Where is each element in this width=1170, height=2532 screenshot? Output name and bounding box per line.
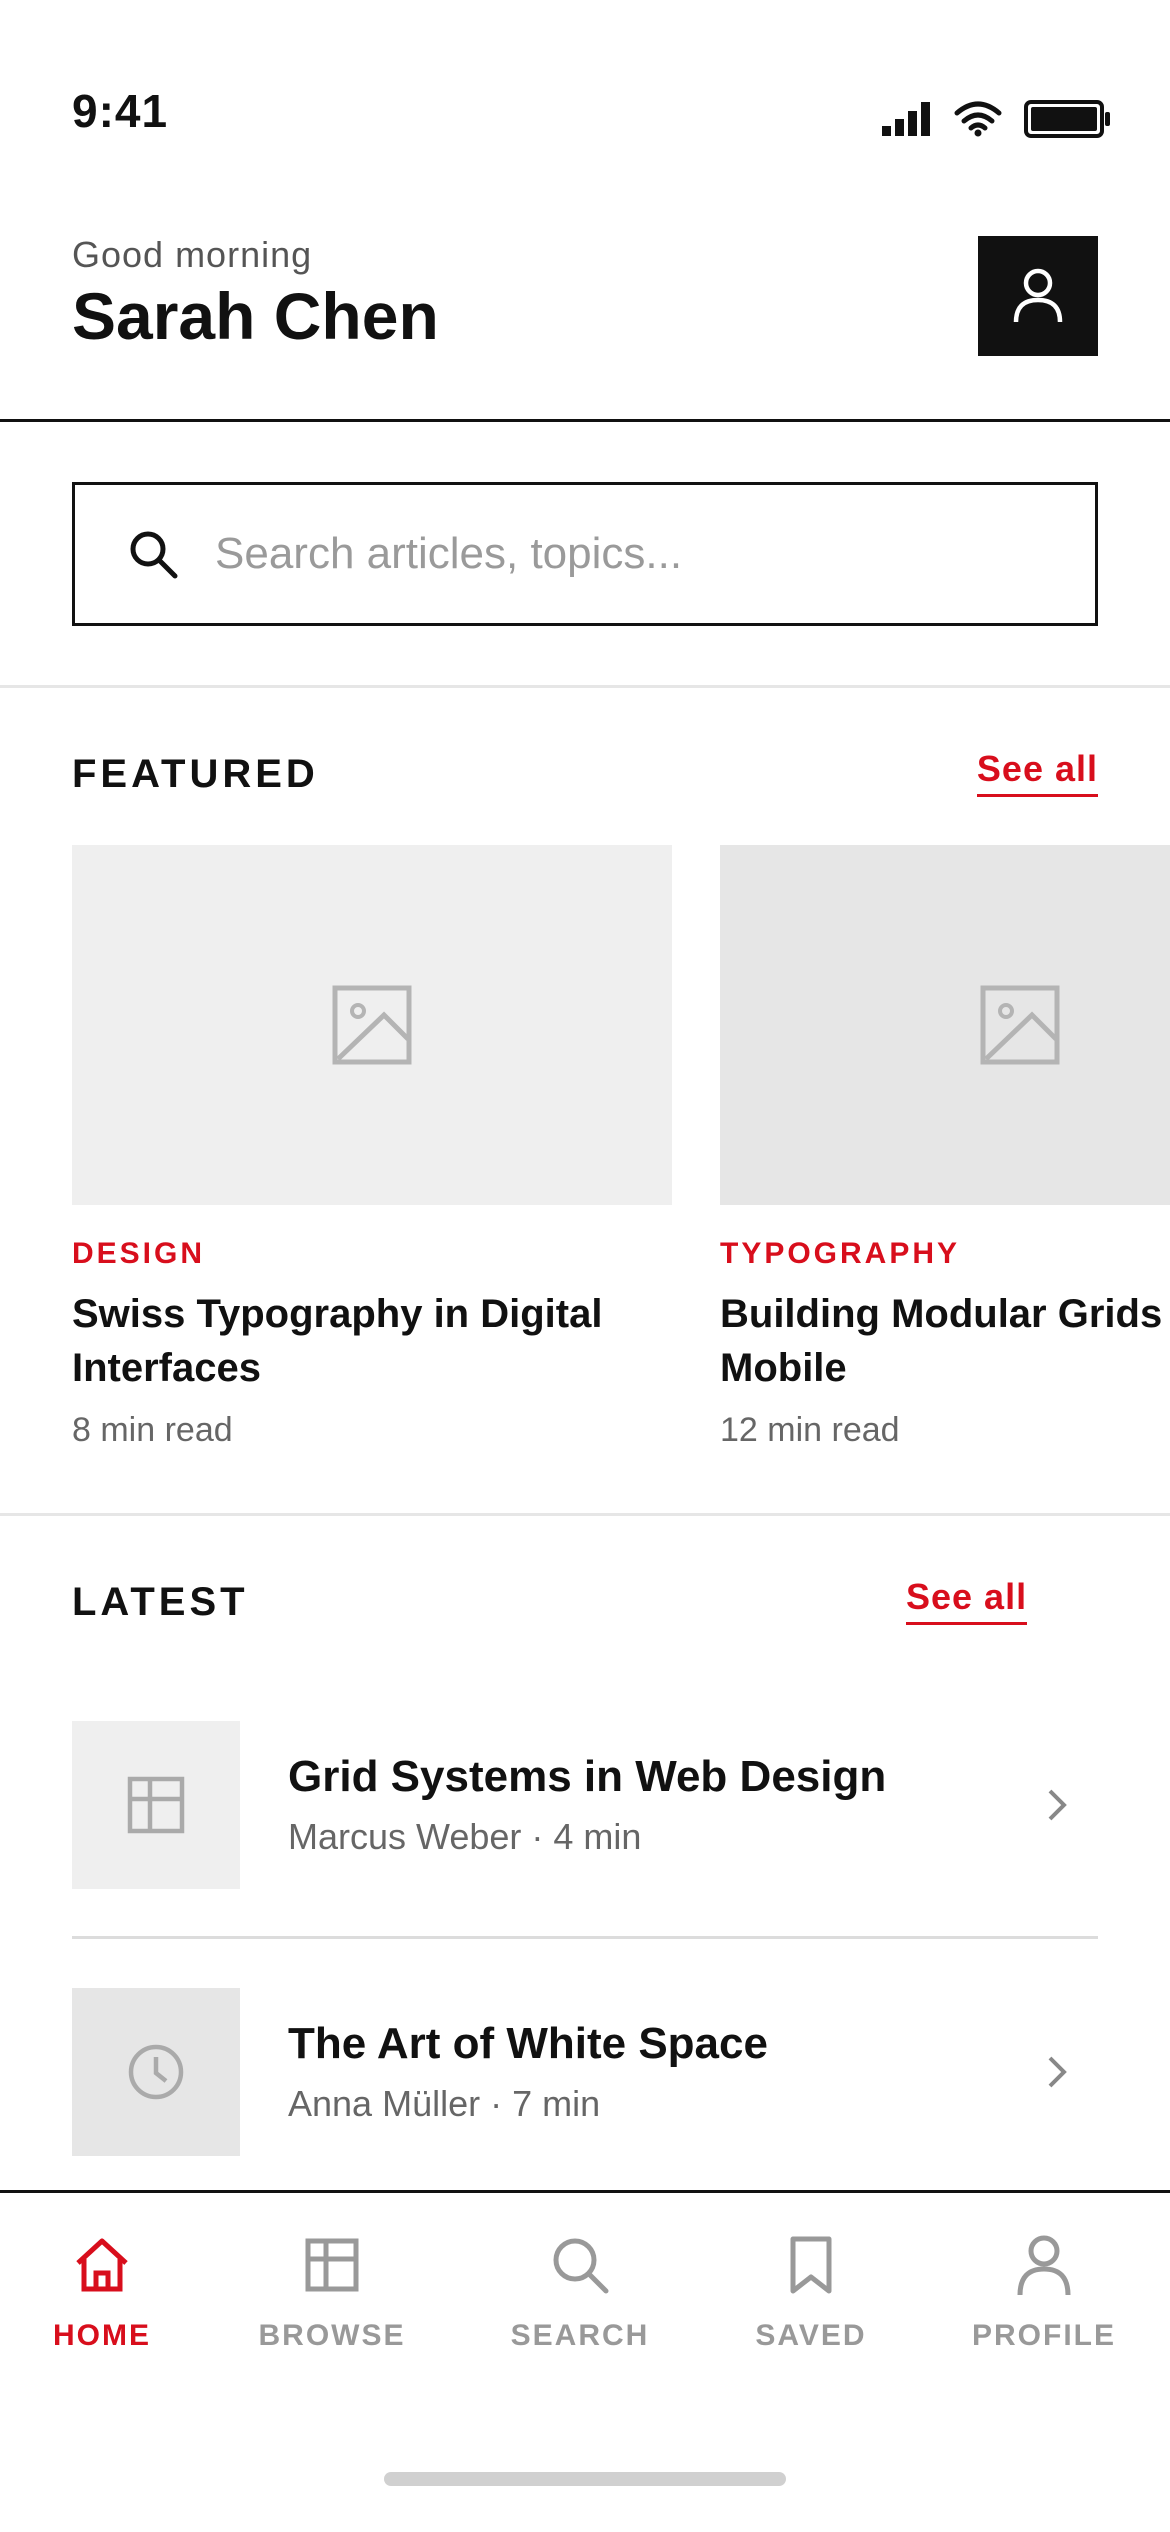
person-icon <box>1013 268 1063 323</box>
wifi-icon <box>954 101 1002 137</box>
list-item-title: The Art of White Space <box>288 2019 768 2068</box>
chevron-right-icon <box>1048 1789 1067 1821</box>
list-item-text: The Art of White Space Anna Müller · 7 m… <box>288 2019 1036 2125</box>
grid-icon <box>127 1776 185 1834</box>
battery-icon <box>1024 100 1110 138</box>
header: Good morning Sarah Chen <box>0 190 1170 422</box>
greeting-text: Good morning <box>72 234 313 275</box>
featured-section: FEATURED See all DESIGN Swiss Typography… <box>0 688 1170 1516</box>
tab-label: PROFILE <box>971 2319 1116 2352</box>
list-item-thumbnail <box>72 1988 240 2156</box>
image-placeholder-icon <box>980 985 1060 1065</box>
search-icon <box>130 531 178 579</box>
featured-card-meta: 8 min read <box>72 1411 233 1449</box>
list-item[interactable]: Grid Systems in Web Design Marcus Weber … <box>72 1721 1098 1889</box>
latest-section: LATEST See all Grid Systems in Web Desig… <box>0 1516 1170 2190</box>
list-item-meta: Anna Müller · 7 min <box>288 2083 601 2124</box>
cellular-signal-icon <box>882 102 930 136</box>
search-icon <box>553 2238 609 2294</box>
list-item-title: Grid Systems in Web Design <box>288 1752 887 1801</box>
tab-saved[interactable]: SAVED <box>701 2233 921 2353</box>
featured-section-title: FEATURED <box>72 752 319 796</box>
latest-section-title: LATEST <box>72 1580 249 1624</box>
featured-card[interactable]: DESIGN Swiss Typography in Digital Inter… <box>72 845 672 1450</box>
search-input[interactable] <box>215 529 1035 579</box>
list-item-meta: Marcus Weber · 4 min <box>288 1816 642 1857</box>
search-section <box>0 422 1170 688</box>
image-placeholder-icon <box>332 985 412 1065</box>
featured-card-title: Swiss Typography in Digital Interfaces <box>72 1292 603 1390</box>
profile-avatar-button[interactable] <box>978 236 1098 356</box>
latest-see-all-link[interactable]: See all <box>906 1576 1028 1625</box>
tab-home[interactable]: HOME <box>0 2233 212 2353</box>
chevron-right-icon <box>1048 2056 1067 2088</box>
home-indicator[interactable] <box>384 2472 786 2486</box>
list-divider <box>72 1936 1098 1939</box>
home-icon <box>76 2238 128 2292</box>
list-item-text: Grid Systems in Web Design Marcus Weber … <box>288 1752 1036 1858</box>
search-bar[interactable] <box>72 482 1098 626</box>
featured-card-title: Building Modular Grids for Mobile <box>720 1292 1170 1390</box>
featured-card[interactable]: TYPOGRAPHY Building Modular Grids for Mo… <box>720 845 1170 1450</box>
list-item[interactable]: The Art of White Space Anna Müller · 7 m… <box>72 1988 1098 2156</box>
status-time: 9:41 <box>72 85 169 137</box>
grid-icon <box>305 2238 359 2292</box>
status-bar: 9:41 <box>0 0 1170 190</box>
tab-label: SAVED <box>755 2319 867 2352</box>
user-name: Sarah Chen <box>72 279 439 353</box>
person-icon <box>1017 2235 1071 2296</box>
tab-search[interactable]: SEARCH <box>470 2233 690 2353</box>
featured-card-image <box>72 845 672 1205</box>
featured-card-meta: 12 min read <box>720 1411 900 1449</box>
featured-card-category: TYPOGRAPHY <box>720 1237 961 1270</box>
tab-label: HOME <box>53 2319 151 2352</box>
tab-label: SEARCH <box>510 2319 650 2352</box>
tab-label: BROWSE <box>258 2319 406 2352</box>
list-item-thumbnail <box>72 1721 240 1889</box>
bookmark-icon <box>790 2236 832 2294</box>
tab-browse[interactable]: BROWSE <box>222 2233 442 2353</box>
clock-icon <box>128 2044 184 2100</box>
featured-see-all-link[interactable]: See all <box>976 748 1098 797</box>
featured-card-category: DESIGN <box>72 1237 206 1270</box>
tab-profile[interactable]: PROFILE <box>934 2233 1154 2353</box>
status-icons <box>882 100 1112 138</box>
featured-card-image <box>720 845 1170 1205</box>
